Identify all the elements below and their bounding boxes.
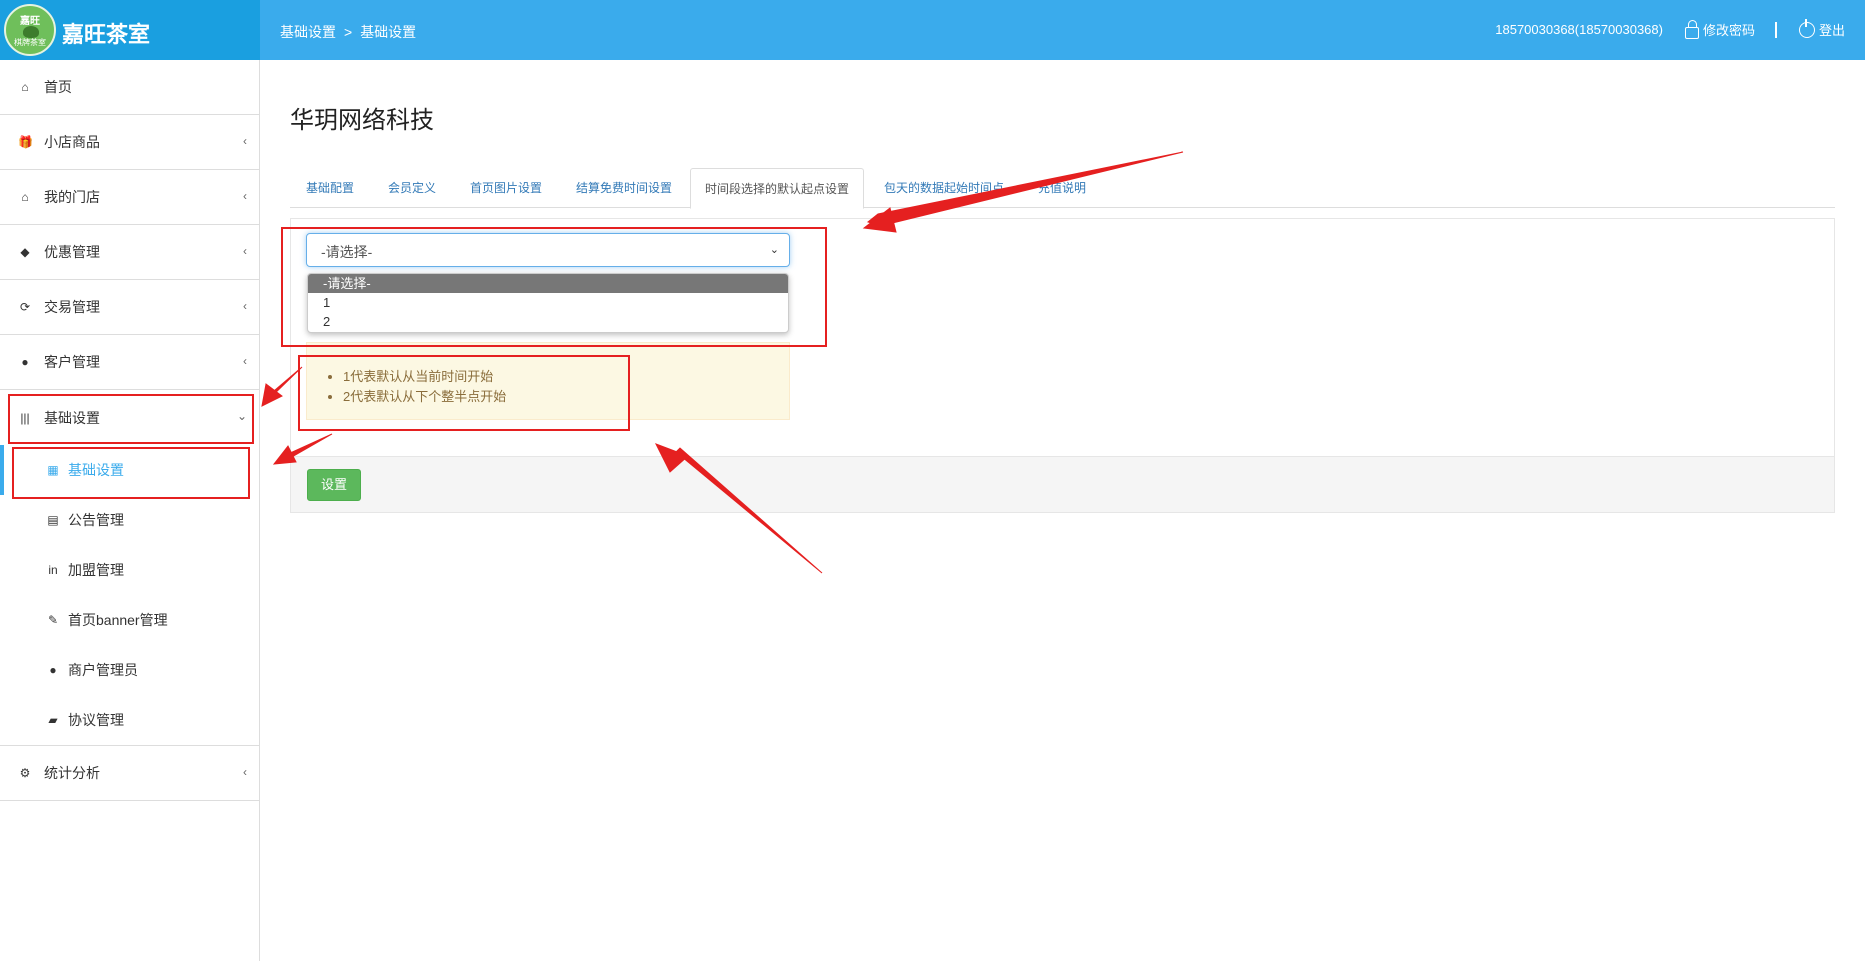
sidebar-item-transactions[interactable]: ⟳ 交易管理 ‹ xyxy=(0,280,259,335)
user-icon: ● xyxy=(49,663,57,677)
sidebar-subitem-merchant-admin[interactable]: ● 商户管理员 xyxy=(0,645,259,695)
logo: 嘉旺 棋牌茶室 xyxy=(4,4,56,56)
sidebar-subitem-label: 首页banner管理 xyxy=(68,612,168,628)
home-icon: ⌂ xyxy=(21,190,29,204)
logo-text-top: 嘉旺 xyxy=(20,16,40,27)
sidebar-item-label: 小店商品 xyxy=(44,134,100,150)
tab-daily-start[interactable]: 包天的数据起始时间点 xyxy=(884,168,1004,208)
sidebar-item-statistics[interactable]: ⚙ 统计分析 ‹ xyxy=(0,746,259,801)
sidebar: ⌂ 首页 🎁 小店商品 ‹ ⌂ 我的门店 ‹ ◆ 优惠管理 ‹ ⟳ 交易管理 ‹… xyxy=(0,60,260,961)
annotation-box xyxy=(12,447,250,499)
logo-text-bottom: 棋牌茶室 xyxy=(14,38,46,47)
sidebar-item-label: 首页 xyxy=(44,79,72,95)
tab-free-time[interactable]: 结算免费时间设置 xyxy=(576,168,672,208)
top-bar: 嘉旺 棋牌茶室 嘉旺茶室 基础设置 > 基础设置 18570030368(18570… xyxy=(0,0,1865,60)
sidebar-item-shop-goods[interactable]: 🎁 小店商品 ‹ xyxy=(0,115,259,170)
chevron-left-icon: ‹ xyxy=(243,189,247,203)
tab-default-start[interactable]: 时间段选择的默认起点设置 xyxy=(690,168,865,209)
sidebar-item-discounts[interactable]: ◆ 优惠管理 ‹ xyxy=(0,225,259,280)
sidebar-item-label: 优惠管理 xyxy=(44,244,100,260)
tab-home-images[interactable]: 首页图片设置 xyxy=(470,168,542,208)
logout-link[interactable]: 登出 xyxy=(1819,20,1845,39)
chevron-left-icon: ‹ xyxy=(243,244,247,258)
sidebar-subitem-banner[interactable]: ✎ 首页banner管理 xyxy=(0,595,259,645)
chevron-left-icon: ‹ xyxy=(243,134,247,148)
tab-bar: 基础配置 会员定义 首页图片设置 结算免费时间设置 时间段选择的默认起点设置 包… xyxy=(290,168,1835,209)
tab-recharge-note[interactable]: 充值说明 xyxy=(1038,168,1086,208)
tab-basic-config[interactable]: 基础配置 xyxy=(306,168,354,208)
sidebar-item-label: 统计分析 xyxy=(44,765,100,781)
divider xyxy=(1774,21,1777,38)
sidebar-item-label: 交易管理 xyxy=(44,299,100,315)
gift-icon: 🎁 xyxy=(18,135,33,149)
user-account[interactable]: 18570030368(18570030368) xyxy=(1495,22,1663,37)
annotation-arrow xyxy=(261,383,283,407)
breadcrumb-item[interactable]: 基础设置 xyxy=(280,24,336,40)
sidebar-subitem-label: 加盟管理 xyxy=(68,562,124,578)
panel-footer: 设置 xyxy=(291,456,1834,512)
sidebar-item-my-store[interactable]: ⌂ 我的门店 ‹ xyxy=(0,170,259,225)
gear-icon: ⚙ xyxy=(19,766,31,780)
user-area: 18570030368(18570030368) 修改密码 登出 xyxy=(1495,18,1845,39)
sidebar-item-label: 我的门店 xyxy=(44,189,100,205)
sidebar-subitem-agreements[interactable]: ▰ 协议管理 xyxy=(0,695,259,745)
sidebar-subitem-label: 公告管理 xyxy=(68,512,124,528)
sidebar-item-home[interactable]: ⌂ 首页 xyxy=(0,60,259,115)
chevron-left-icon: ‹ xyxy=(243,354,247,368)
tab-member-definition[interactable]: 会员定义 xyxy=(388,168,436,208)
page-title: 华玥网络科技 xyxy=(290,107,434,134)
chevron-left-icon: ‹ xyxy=(243,299,247,313)
change-password-link[interactable]: 修改密码 xyxy=(1703,20,1755,39)
home-icon: ⌂ xyxy=(21,80,29,94)
brand-name: 嘉旺茶室 xyxy=(62,22,151,47)
refresh-icon: ⟳ xyxy=(19,300,31,314)
sidebar-item-label: 客户管理 xyxy=(44,354,100,370)
lock-icon xyxy=(1684,19,1699,39)
chevron-left-icon: ‹ xyxy=(243,765,247,779)
sidebar-item-customers[interactable]: ● 客户管理 ‹ xyxy=(0,335,259,390)
breadcrumb-separator: > xyxy=(344,24,353,40)
sidebar-subitem-label: 商户管理员 xyxy=(68,662,138,678)
sidebar-subitem-label: 协议管理 xyxy=(68,712,124,728)
list-icon: ▤ xyxy=(47,513,59,527)
annotation-box xyxy=(8,394,254,444)
power-icon xyxy=(1798,18,1815,38)
brand[interactable]: 嘉旺 棋牌茶室 嘉旺茶室 xyxy=(0,0,260,60)
breadcrumb: 基础设置 > 基础设置 xyxy=(280,22,416,42)
sidebar-subitem-franchise[interactable]: in 加盟管理 xyxy=(0,545,259,595)
breadcrumb-item[interactable]: 基础设置 xyxy=(360,24,416,40)
book-icon: ▰ xyxy=(48,713,58,727)
annotation-box xyxy=(281,227,827,347)
sidebar-subitem-announcements[interactable]: ▤ 公告管理 xyxy=(0,495,259,545)
set-button[interactable]: 设置 xyxy=(307,469,361,501)
annotation-box xyxy=(298,355,630,431)
user-icon: ● xyxy=(21,355,29,369)
pen-icon: ✎ xyxy=(47,613,59,627)
linkedin-icon: in xyxy=(48,563,58,577)
tags-icon: ◆ xyxy=(20,245,30,259)
